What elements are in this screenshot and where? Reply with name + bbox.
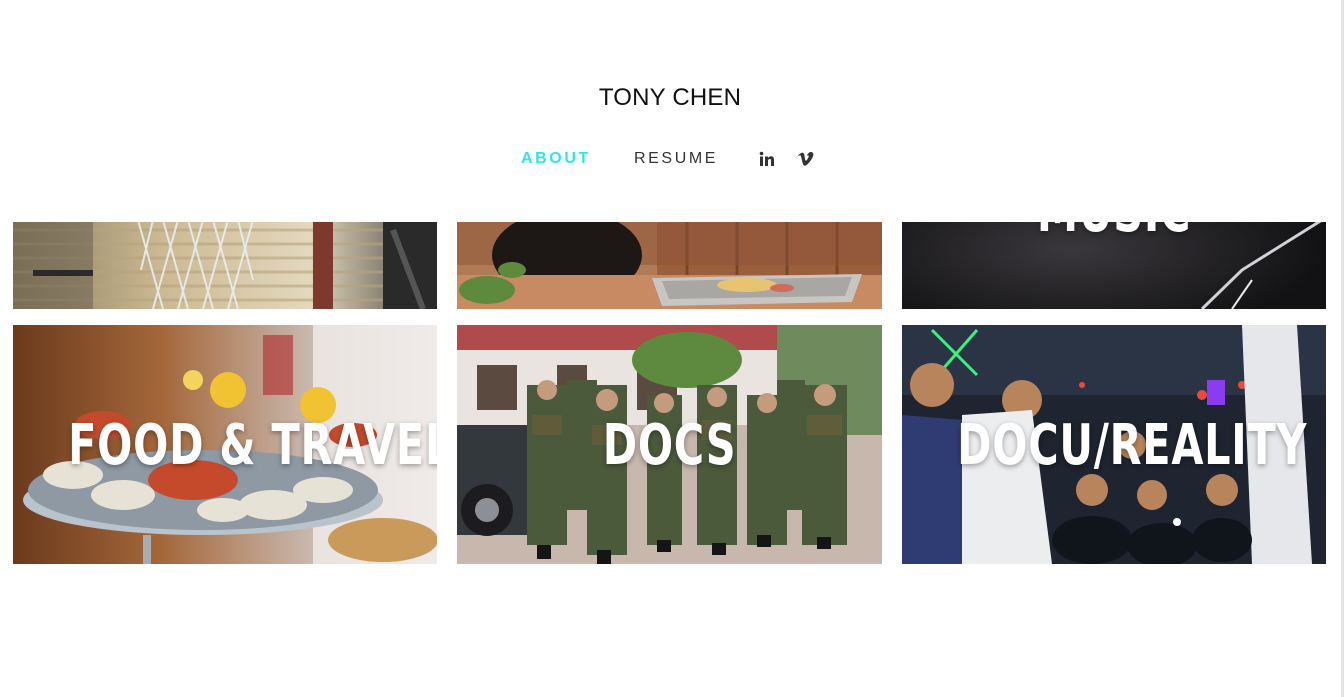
main-nav: ABOUT RESUME (0, 150, 1340, 172)
site-title[interactable]: TONY CHEN (0, 84, 1340, 112)
project-label-docs: DOCS (602, 413, 737, 478)
project-label-food-travel: FOOD & TRAVEL (68, 413, 437, 478)
linkedin-icon[interactable] (757, 149, 777, 169)
page: MUSIC (0, 0, 1344, 697)
project-tile-docs[interactable]: DOCS (457, 325, 882, 564)
project-tile-docu-reality[interactable]: DOCU/REALITY (902, 325, 1326, 564)
nav-resume[interactable]: RESUME (634, 150, 718, 168)
vimeo-icon[interactable] (796, 149, 816, 169)
project-tile-food-travel[interactable]: FOOD & TRAVEL (13, 325, 437, 564)
nav-about[interactable]: ABOUT (521, 150, 591, 168)
site-header: TONY CHEN ABOUT RESUME (0, 0, 1344, 222)
project-label-docu-reality: DOCU/REALITY (957, 413, 1308, 478)
